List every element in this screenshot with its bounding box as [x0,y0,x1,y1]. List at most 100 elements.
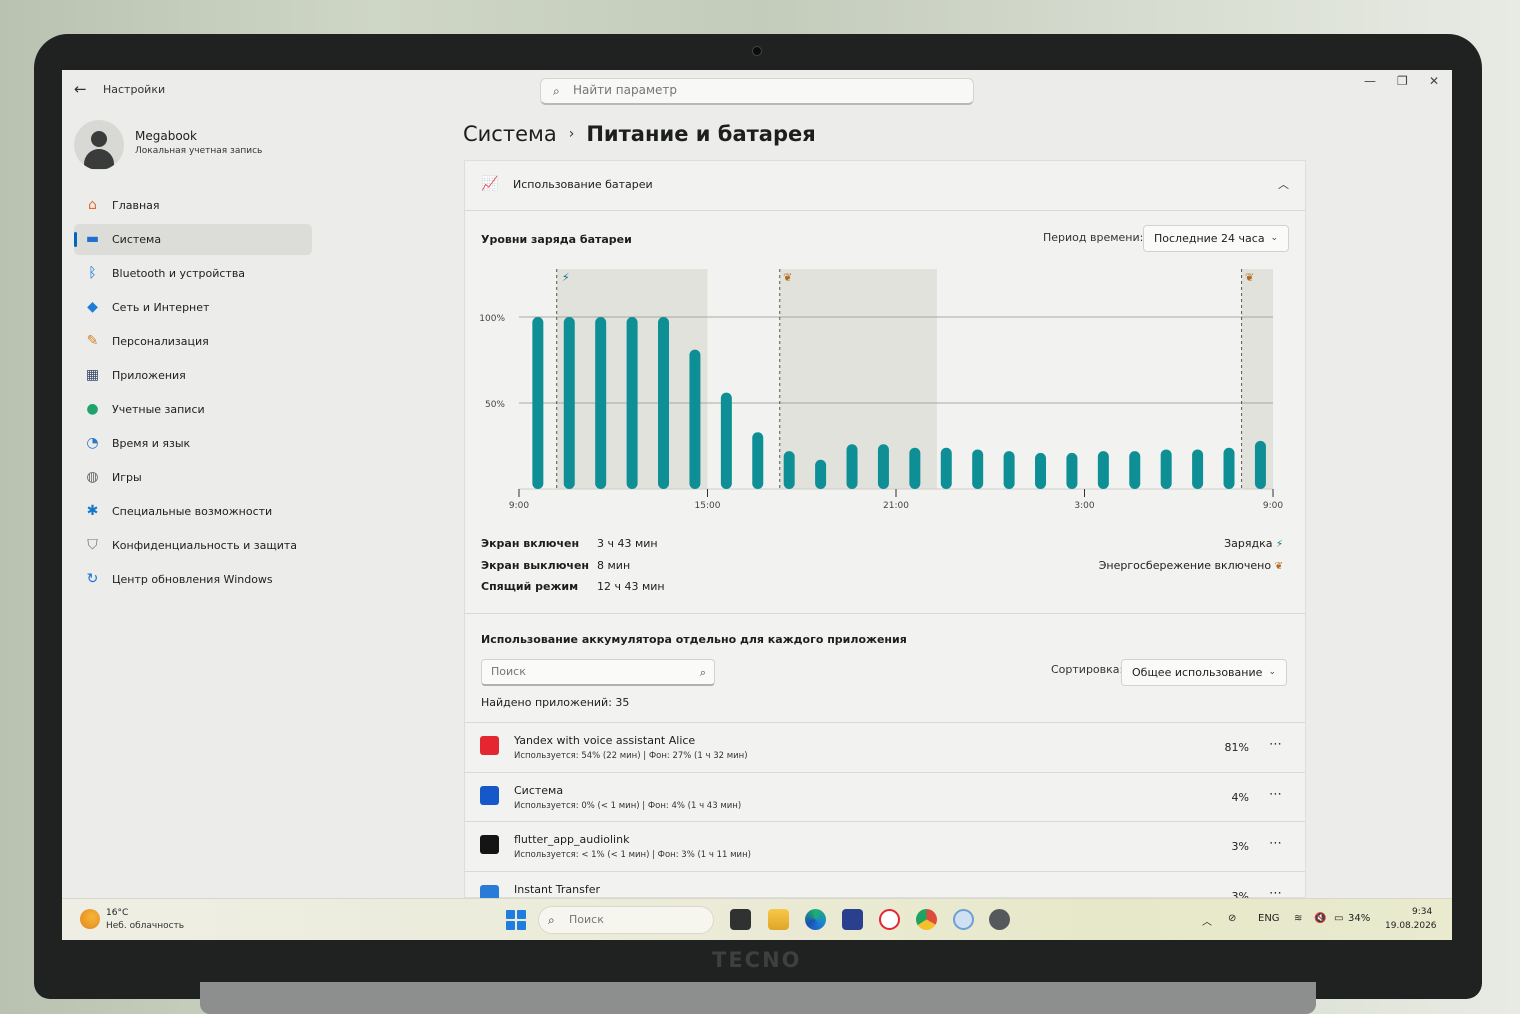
accessibility-icon: ✱ [86,503,99,519]
gamepad-icon: ◍ [86,469,99,485]
volume-muted-icon[interactable]: 🔇 [1314,913,1326,924]
sidebar-item-12[interactable]: ↻ Центр обновления Windows [74,564,312,595]
wifi-tray-icon[interactable]: ≋ [1294,913,1302,924]
sort-dropdown[interactable]: Общее использование ⌄ [1121,659,1287,686]
sidebar-item-5[interactable]: ✎ Персонализация [74,326,312,357]
update-icon: ↻ [86,571,99,587]
leaf-icon: ❦ [1274,560,1283,572]
app-search-box[interactable]: ⌕ [481,659,715,686]
settings-search-input[interactable] [573,83,953,97]
taskbar-search-input[interactable] [569,913,669,926]
maximize-button[interactable]: ❐ [1397,74,1408,88]
sidebar-item-4[interactable]: ◆ Сеть и Интернет [74,292,312,323]
sidebar-item-8[interactable]: ◔ Время и язык [74,428,312,459]
sidebar-item-label: Приложения [112,369,186,382]
clock-date[interactable]: 19.08.2026 [1385,921,1437,931]
battery-bar [972,449,984,489]
back-arrow-icon[interactable]: ← [74,80,87,98]
microsoft-store-icon[interactable] [842,909,863,930]
stat-value: 3 ч 43 мин [597,537,658,550]
x-tick-label: 3:00 [1074,501,1094,511]
battery-bar [720,392,732,489]
sidebar-item-1[interactable]: ⌂ Главная [74,190,312,221]
more-options-icon[interactable]: ⋯ [1269,787,1283,802]
settings-search-box[interactable]: ⌕ [540,78,974,105]
sidebar-item-7[interactable]: ● Учетные записи [74,394,312,425]
more-options-icon[interactable]: ⋯ [1269,836,1283,851]
page-title: Питание и батарея [586,122,816,146]
battery-bar [1223,447,1235,489]
clock-time[interactable]: 9:34 [1412,907,1432,917]
sort-value: Общее использование [1132,666,1263,679]
more-options-icon[interactable]: ⋯ [1269,737,1283,752]
sidebar-item-2[interactable]: ▬ Система [74,224,312,255]
sidebar-item-3[interactable]: ᛒ Bluetooth и устройства [74,258,312,289]
profile-subtitle: Локальная учетная запись [135,146,263,156]
battery-bar [689,349,701,489]
task-view-icon[interactable] [730,909,751,930]
chevron-up-icon[interactable]: ︿ [1278,176,1289,192]
battery-bar [1129,451,1141,489]
battery-bar [783,451,795,489]
weather-desc[interactable]: Неб. облачность [106,921,184,931]
globe-clock-icon: ◔ [86,435,99,451]
app-name: Система [514,783,564,797]
breadcrumb-parent[interactable]: Система [463,122,557,146]
y-tick-label: 50% [485,400,505,410]
app-detail: Используется: < 1% (< 1 мин) | Фон: 3% (… [514,850,751,860]
battery-percent[interactable]: 34% [1348,913,1370,924]
taskbar-search-box[interactable]: ⌕ [538,906,714,934]
battery-tray-icon[interactable]: ▭ [1334,913,1343,924]
notifications-off-icon[interactable]: ⊘ [1228,913,1236,924]
bluetooth-icon: ᛒ [88,265,97,281]
app-row[interactable]: flutter_app_audiolink Используется: < 1% … [465,821,1305,870]
sidebar-item-label: Учетные записи [112,403,205,416]
chart-legend: Зарядка ⚡ Энергосбережение включено ❦ [1099,537,1283,580]
settings-gear-icon[interactable] [989,909,1010,930]
x-tick-label: 21:00 [883,501,909,511]
weather-temp[interactable]: 16°C [106,908,128,918]
sidebar-item-11[interactable]: ⛉ Конфиденциальность и защита [74,530,312,561]
sidebar-item-6[interactable]: ▦ Приложения [74,360,312,391]
sidebar-item-9[interactable]: ◍ Игры [74,462,312,493]
sidebar-item-label: Система [112,233,162,246]
chrome-icon[interactable] [916,909,937,930]
battery-bar [909,447,921,489]
sidebar-item-10[interactable]: ✱ Специальные возможности [74,496,312,527]
line-chart-icon: 📈 [481,176,499,192]
app-percent: 81% [1224,741,1249,754]
battery-bar [1160,449,1172,489]
app-title: Настройки [103,83,166,96]
system-app-icon [480,785,499,805]
period-dropdown[interactable]: Последние 24 часа ⌄ [1143,225,1289,252]
battery-usage-header[interactable]: 📈 Использование батареи ︿ [465,161,1305,211]
app-search-input[interactable] [491,665,681,678]
breadcrumb-separator: › [568,126,575,142]
y-tick-label: 100% [479,314,505,324]
windows-start-icon[interactable] [506,910,526,930]
cloud-app-icon[interactable] [953,909,974,930]
input-language[interactable]: ENG [1258,913,1280,924]
apps-icon: ▦ [85,367,100,383]
period-value: Последние 24 часа [1154,232,1265,245]
x-tick-label: 15:00 [695,501,721,511]
app-row[interactable]: Система Используется: 0% (< 1 мин) | Фон:… [465,771,1305,821]
minimize-button[interactable]: — [1364,74,1376,88]
search-icon: ⌕ [553,84,560,98]
battery-bar [752,432,764,489]
close-button[interactable]: ✕ [1429,74,1439,88]
yandex-browser-taskbar-icon[interactable] [879,909,900,930]
edge-icon[interactable] [805,909,826,930]
battery-level-chart: 100% 50% ⚡ ❦ ❦ 9:00 15:00 21:00 3:00 9:00 [479,269,1283,511]
chevron-down-icon: ⌄ [1268,667,1276,677]
file-explorer-icon[interactable] [768,909,789,930]
title-bar: ← Настройки ⌕ — ❐ ✕ [62,70,1452,110]
sidebar-item-label: Специальные возможности [112,505,273,518]
battery-bar [1192,449,1204,489]
weather-icon[interactable] [80,909,100,929]
app-row[interactable]: Yandex with voice assistant Alice Использ… [465,722,1305,771]
audiolink-icon [480,835,499,854]
tray-chevron-up-icon[interactable]: ︿ [1202,913,1212,928]
app-name: Yandex with voice assistant Alice [514,734,696,747]
battery-bar [1097,451,1109,489]
